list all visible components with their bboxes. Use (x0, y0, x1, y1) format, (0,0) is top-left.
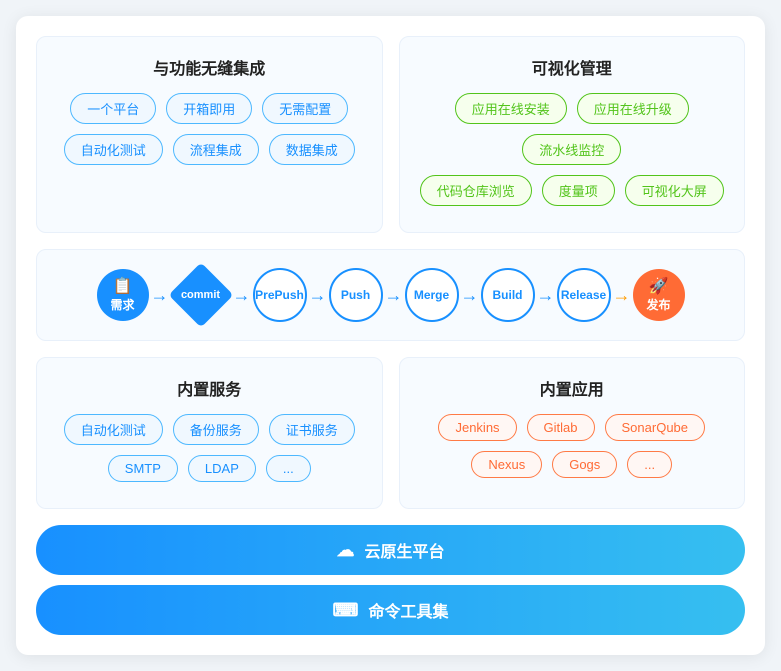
pipe-label-prepush: PrePush (255, 287, 304, 304)
pipe-label-xq: 需求 (110, 298, 134, 314)
pipe-merge: Merge (405, 268, 459, 322)
pipe-node-push: Push (329, 268, 383, 322)
tag-svc-autotest: 自动化测试 (64, 414, 163, 445)
integration-row2: 自动化测试 流程集成 数据集成 (53, 134, 366, 165)
services-row1: 自动化测试 备份服务 证书服务 (53, 414, 366, 445)
tag-auto-test: 自动化测试 (64, 134, 163, 165)
services-row2: SMTP LDAP ... (53, 455, 366, 482)
top-panels: 与功能无缝集成 一个平台 开箱即用 无需配置 自动化测试 流程集成 数据集成 可… (36, 36, 745, 233)
pipe-node-build: Build (481, 268, 535, 322)
pipe-label-release: Release (561, 287, 606, 304)
apps-row2: Nexus Gogs ... (416, 451, 729, 478)
arrow-4: → (385, 286, 403, 304)
tag-out-of-box: 开箱即用 (166, 93, 252, 124)
tag-flow-integration: 流程集成 (173, 134, 259, 165)
tag-no-config: 无需配置 (262, 93, 348, 124)
pipe-fb: 🚀 发布 (633, 269, 685, 321)
panel-integration: 与功能无缝集成 一个平台 开箱即用 无需配置 自动化测试 流程集成 数据集成 (36, 36, 383, 233)
panel-apps: 内置应用 Jenkins Gitlab SonarQube Nexus Gogs… (399, 357, 746, 509)
pipe-node-xq: 📋 需求 (97, 269, 149, 321)
arrow-1: → (151, 286, 169, 304)
tag-metrics: 度量项 (542, 175, 615, 206)
pipe-label-fb: 发布 (646, 298, 670, 314)
tag-pipeline-monitor: 流水线监控 (522, 134, 621, 165)
pipe-commit: commit (171, 269, 231, 321)
pipe-prepush: PrePush (253, 268, 307, 322)
tag-app-gogs: Gogs (552, 451, 617, 478)
tag-app-gitlab: Gitlab (527, 414, 595, 441)
integration-row1: 一个平台 开箱即用 无需配置 (53, 93, 366, 124)
panel-services-title: 内置服务 (53, 376, 366, 400)
pipe-build: Build (481, 268, 535, 322)
tag-svc-backup: 备份服务 (173, 414, 259, 445)
tag-one-platform: 一个平台 (70, 93, 156, 124)
main-container: 与功能无缝集成 一个平台 开箱即用 无需配置 自动化测试 流程集成 数据集成 可… (16, 16, 765, 655)
arrow-6: → (537, 286, 555, 304)
apps-row1: Jenkins Gitlab SonarQube (416, 414, 729, 441)
panel-integration-title: 与功能无缝集成 (53, 55, 366, 79)
panel-visualization: 可视化管理 应用在线安装 应用在线升级 流水线监控 代码仓库浏览 度量项 可视化… (399, 36, 746, 233)
visualization-row1: 应用在线安装 应用在线升级 流水线监控 (416, 93, 729, 165)
tag-app-jenkins: Jenkins (438, 414, 516, 441)
pipeline-section: 📋 需求 → commit → PrePush → Push → (36, 249, 745, 341)
panel-apps-title: 内置应用 (416, 376, 729, 400)
pipe-push: Push (329, 268, 383, 322)
pipe-node-merge: Merge (405, 268, 459, 322)
pipe-label-merge: Merge (414, 287, 449, 304)
visualization-row2: 代码仓库浏览 度量项 可视化大屏 (416, 175, 729, 206)
tag-app-install: 应用在线安装 (455, 93, 567, 124)
tag-svc-smtp: SMTP (108, 455, 178, 482)
cmd-tools-label: 命令工具集 (368, 598, 448, 622)
bottom-panels: 内置服务 自动化测试 备份服务 证书服务 SMTP LDAP ... 内置应用 … (36, 357, 745, 509)
cloud-native-label: 云原生平台 (364, 538, 444, 562)
tag-svc-ldap: LDAP (188, 455, 256, 482)
pipe-node-release: Release (557, 268, 611, 322)
panel-visualization-title: 可视化管理 (416, 55, 729, 79)
pipe-node-prepush: PrePush (253, 268, 307, 322)
pipe-release: Release (557, 268, 611, 322)
cloud-icon: ☁ (336, 540, 354, 561)
tag-app-upgrade: 应用在线升级 (577, 93, 689, 124)
pipe-label-build: Build (493, 287, 523, 304)
tag-app-nexus: Nexus (471, 451, 542, 478)
cmd-icon: ⌨ (333, 600, 359, 621)
panel-services: 内置服务 自动化测试 备份服务 证书服务 SMTP LDAP ... (36, 357, 383, 509)
pipe-xq: 📋 需求 (97, 269, 149, 321)
pipe-label-commit: commit (181, 289, 220, 301)
tag-app-more: ... (627, 451, 672, 478)
arrow-3: → (309, 286, 327, 304)
cloud-native-button[interactable]: ☁ 云原生平台 (36, 525, 745, 575)
arrow-7: → (613, 286, 631, 304)
arrow-5: → (461, 286, 479, 304)
tag-data-integration: 数据集成 (269, 134, 355, 165)
tag-svc-cert: 证书服务 (269, 414, 355, 445)
tag-code-browse: 代码仓库浏览 (420, 175, 532, 206)
tag-app-sonarqube: SonarQube (605, 414, 706, 441)
arrow-2: → (233, 286, 251, 304)
tag-svc-more: ... (266, 455, 311, 482)
pipe-label-push: Push (341, 287, 370, 304)
tag-visual-screen: 可视化大屏 (625, 175, 724, 206)
cmd-tools-button[interactable]: ⌨ 命令工具集 (36, 585, 745, 635)
pipe-node-fb: 🚀 发布 (633, 269, 685, 321)
